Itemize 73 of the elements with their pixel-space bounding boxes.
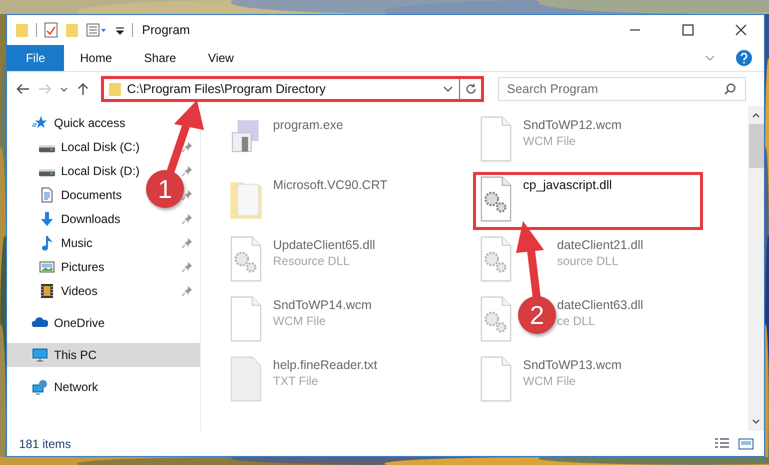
monitor-icon — [32, 347, 48, 363]
close-icon[interactable] — [735, 24, 747, 36]
nav-item[interactable]: Pictures — [7, 255, 108, 279]
nav-item[interactable]: OneDrive — [7, 311, 109, 335]
nav-item[interactable]: Local Disk (C:) — [7, 135, 144, 159]
large-icons-view-icon[interactable] — [738, 436, 754, 450]
nav-item[interactable]: Videos — [7, 279, 102, 303]
file-name[interactable]: SndToWP14.wcm — [273, 298, 372, 312]
film-icon — [39, 283, 55, 299]
file-name[interactable]: Microsoft.VC90.CRT — [273, 178, 388, 192]
ribbon-tab[interactable]: View — [192, 45, 250, 71]
pin-icon[interactable] — [182, 214, 192, 224]
pin-icon[interactable] — [182, 166, 192, 176]
maximize-icon[interactable] — [682, 24, 694, 36]
file-name[interactable]: dateClient63.dll — [557, 298, 644, 312]
properties-icon[interactable] — [86, 22, 108, 38]
ribbon-tab[interactable]: Share — [128, 45, 192, 71]
address-bar[interactable]: C:\Program Files\Program Directory — [101, 76, 484, 102]
file-type: TXT File — [273, 374, 320, 388]
file-type: ce DLL — [557, 314, 596, 328]
nav-item[interactable]: Music — [7, 231, 96, 255]
search-icon[interactable] — [724, 83, 736, 95]
pin-icon[interactable] — [182, 142, 192, 152]
scrollbar[interactable] — [748, 106, 764, 431]
dropdown-icon[interactable] — [443, 84, 453, 94]
file-type: WCM File — [523, 374, 577, 388]
file-type: Resource DLL — [273, 254, 351, 268]
refresh-icon[interactable] — [464, 83, 476, 95]
music-note-icon — [39, 235, 55, 251]
file-type: WCM File — [523, 134, 577, 148]
details-view-icon[interactable] — [714, 436, 730, 450]
gears-file-icon — [479, 236, 513, 282]
file-type: source DLL — [557, 254, 620, 268]
file-name[interactable]: SndToWP12.wcm — [523, 118, 622, 132]
nav-item[interactable]: Local Disk (D:) — [7, 159, 144, 183]
file-icon — [229, 296, 263, 342]
nav-item[interactable]: This PC — [7, 343, 200, 367]
scroll-thumb[interactable] — [748, 124, 764, 168]
document-icon — [39, 187, 55, 203]
file-icon — [479, 116, 513, 162]
file-name[interactable]: cp_javascript.dll — [523, 178, 612, 192]
file-name[interactable]: SndToWP13.wcm — [523, 358, 622, 372]
gears-file-icon — [229, 236, 263, 282]
gears-file-icon — [479, 176, 513, 222]
file-icon — [479, 356, 513, 402]
drive-icon — [39, 144, 55, 153]
pin-icon[interactable] — [182, 262, 192, 272]
ribbon-tab[interactable]: File — [7, 45, 64, 71]
nav-item[interactable]: Documents — [7, 183, 126, 207]
nav-item[interactable]: Quick access — [7, 111, 130, 135]
ribbon-tab[interactable]: Home — [64, 45, 128, 71]
text-file-icon — [229, 356, 263, 402]
download-icon — [39, 211, 55, 227]
drive-icon — [39, 168, 55, 177]
pin-icon[interactable] — [182, 190, 192, 200]
file-type: WCM File — [273, 314, 327, 328]
pictures-icon — [39, 259, 55, 275]
folder-icon — [108, 81, 122, 97]
help-icon[interactable] — [736, 50, 752, 66]
file-name[interactable]: dateClient21.dll — [557, 238, 644, 252]
pin-icon[interactable] — [182, 238, 192, 248]
gears-file-icon — [479, 296, 513, 342]
network-icon — [32, 379, 48, 395]
file-name[interactable]: UpdateClient65.dll — [273, 238, 376, 252]
file-name[interactable]: program.exe — [273, 118, 344, 132]
pin-icon[interactable] — [182, 286, 192, 296]
checklist-icon[interactable] — [44, 22, 58, 38]
file-name[interactable]: help.fineReader.txt — [273, 358, 378, 372]
item-count: 181 items — [19, 436, 72, 450]
nav-item[interactable]: Downloads — [7, 207, 124, 231]
nav-item[interactable]: Network — [7, 375, 102, 399]
search-field[interactable]: Search Program — [498, 77, 746, 101]
window-title: Program — [142, 23, 190, 37]
